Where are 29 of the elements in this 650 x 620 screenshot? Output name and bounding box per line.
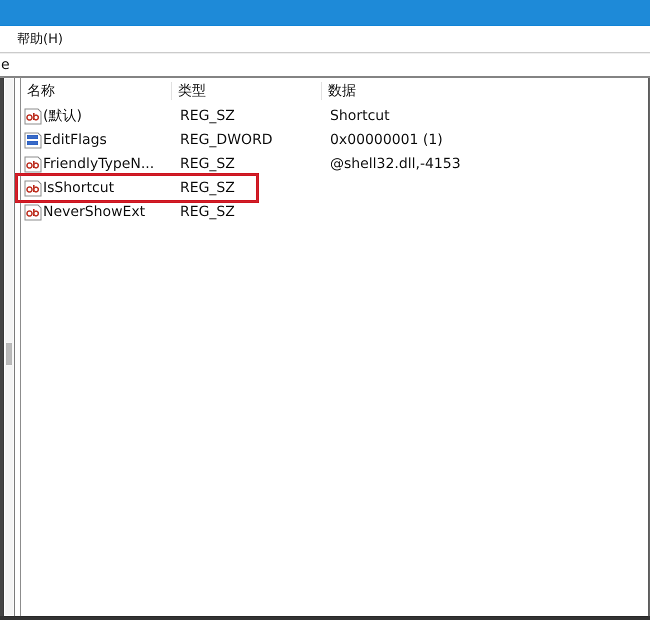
value-name[interactable]: EditFlags xyxy=(43,132,107,148)
table-row[interactable]: (默认) REG_SZ Shortcut xyxy=(21,104,648,128)
table-row[interactable]: EditFlags REG_DWORD 0x00000001 (1) xyxy=(21,128,648,152)
value-type: REG_SZ xyxy=(180,204,236,220)
string-value-icon xyxy=(24,107,42,125)
value-type: REG_SZ xyxy=(180,180,236,196)
table-row[interactable]: FriendlyTypeN... REG_SZ @shell32.dll,-4153 xyxy=(21,152,648,176)
value-data: @shell32.dll,-4153 xyxy=(330,156,462,172)
address-bar[interactable]: e xyxy=(0,53,650,78)
column-header[interactable]: 数据 xyxy=(321,82,471,100)
binary-value-icon xyxy=(24,131,42,149)
column-header[interactable]: 名称 xyxy=(21,82,171,100)
table-row[interactable]: NeverShowExt REG_SZ xyxy=(21,200,648,224)
string-value-icon xyxy=(24,179,42,197)
menu-item[interactable]: 帮助(H) xyxy=(17,30,63,48)
value-type: REG_DWORD xyxy=(180,132,274,148)
table-row[interactable]: IsShortcut REG_SZ xyxy=(21,176,648,200)
value-type: REG_SZ xyxy=(180,156,236,172)
value-name[interactable]: (默认) xyxy=(43,107,82,125)
string-value-icon xyxy=(24,155,42,173)
value-name[interactable]: NeverShowExt xyxy=(43,204,146,220)
value-name[interactable]: FriendlyTypeN... xyxy=(43,156,154,172)
value-name[interactable]: IsShortcut xyxy=(43,180,114,196)
value-data: Shortcut xyxy=(330,108,391,124)
column-header[interactable]: 类型 xyxy=(171,82,321,100)
value-data: 0x00000001 (1) xyxy=(330,132,444,148)
string-value-icon xyxy=(24,203,42,221)
value-type: REG_SZ xyxy=(180,108,236,124)
scrollbar-thumb[interactable] xyxy=(6,343,12,365)
